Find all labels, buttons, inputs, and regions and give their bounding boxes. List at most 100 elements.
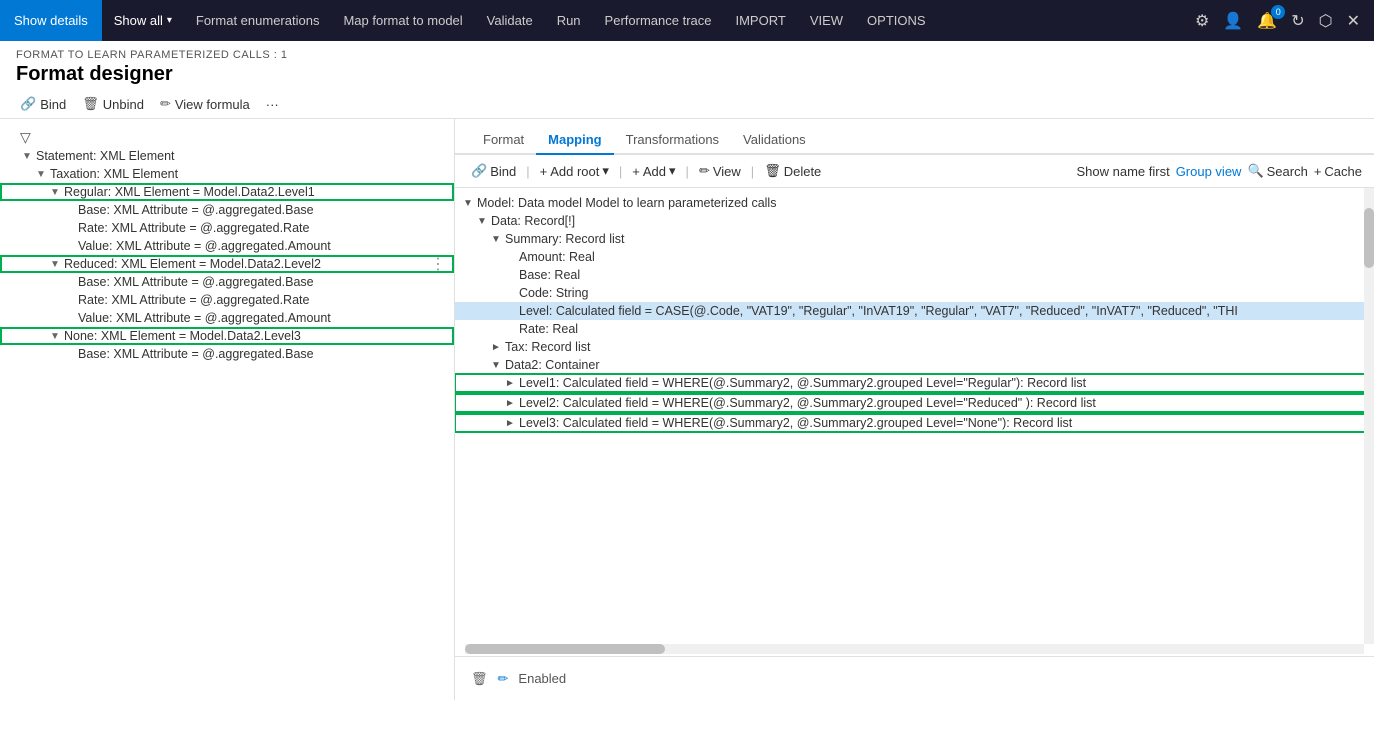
chevron-down-icon: ▾ [167,15,172,26]
tree-item-taxation[interactable]: ▼ Taxation: XML Element [0,165,454,183]
search-icon: 🔍 [1247,163,1263,179]
map-data2[interactable]: ▼ Data2: Container [455,356,1374,374]
map-data[interactable]: ▼ Data: Record[!] [455,212,1374,230]
search-button[interactable]: 🔍 Search [1247,163,1307,179]
toggle-icon [64,295,78,306]
nav-options[interactable]: OPTIONS [855,0,938,41]
nav-map-format-to-model[interactable]: Map format to model [331,0,474,41]
tab-format[interactable]: Format [471,126,536,155]
bind-button[interactable]: 🔗 Bind [16,94,70,114]
show-details-button[interactable]: Show details [0,0,102,41]
delete-button[interactable]: 🗑 Delete [760,161,825,181]
toggle-icon [505,324,519,335]
tab-validations[interactable]: Validations [731,126,818,155]
nav-import[interactable]: IMPORT [723,0,797,41]
hscroll-thumb[interactable] [465,644,665,654]
toggle-icon [64,313,78,324]
map-rate[interactable]: Rate: Real [455,320,1374,338]
right-icons: ⚙ 👤 🔔 0 ↻ ⬡ ✕ [1191,7,1374,35]
toggle-icon: ► [505,398,519,409]
map-code[interactable]: Code: String [455,284,1374,302]
tree-item-regular-rate[interactable]: Rate: XML Attribute = @.aggregated.Rate [0,219,454,237]
main-content: ▽ ▼ Statement: XML Element ▼ Taxation: X… [0,119,1374,700]
cache-button[interactable]: + Cache [1314,164,1362,179]
nav-show-all[interactable]: Show all ▾ [102,0,184,41]
view-button[interactable]: ✏ View [695,161,745,181]
external-link-icon[interactable]: ⬡ [1315,7,1337,35]
plus-icon: + [540,164,548,179]
row-action-icon[interactable]: ⋮ [430,254,446,274]
map-base[interactable]: Base: Real [455,266,1374,284]
tree-item-none[interactable]: ▼ None: XML Element = Model.Data2.Level3 [0,327,454,345]
tree-item-reduced-rate[interactable]: Rate: XML Attribute = @.aggregated.Rate [0,291,454,309]
tree-item-none-base[interactable]: Base: XML Attribute = @.aggregated.Base [0,345,454,363]
pencil-icon: ✏ [160,96,171,112]
toggle-icon: ▼ [50,187,64,198]
map-level2[interactable]: ► Level2: Calculated field = WHERE(@.Sum… [455,394,1374,412]
toggle-icon [505,288,519,299]
toggle-icon: ▼ [491,234,505,245]
bottom-bar: 🗑 ✏ Enabled [455,656,1374,700]
toggle-icon: ► [505,418,519,429]
toggle-icon: ▼ [463,198,477,209]
view-formula-button[interactable]: ✏ View formula [156,94,254,114]
nav-view[interactable]: VIEW [798,0,855,41]
delete-status-icon[interactable]: 🗑 [471,671,488,687]
map-level1[interactable]: ► Level1: Calculated field = WHERE(@.Sum… [455,374,1374,392]
edit-status-icon[interactable]: ✏ [498,671,509,687]
scrollbar-thumb[interactable] [1364,208,1374,268]
mapping-toolbar: 🔗 Bind | + Add root ▾ | + Add ▾ | ✏ View… [455,155,1374,188]
nav-run[interactable]: Run [545,0,593,41]
notification-badge: 0 [1271,5,1285,19]
trash-icon: 🗑 [764,163,781,179]
map-level3[interactable]: ► Level3: Calculated field = WHERE(@.Sum… [455,414,1374,432]
link-icon: 🔗 [471,163,487,179]
map-model[interactable]: ▼ Model: Data model Model to learn param… [455,194,1374,212]
mapping-tree: ▼ Model: Data model Model to learn param… [455,188,1374,644]
more-button[interactable]: ··· [262,95,283,114]
tree-item-regular-value[interactable]: Value: XML Attribute = @.aggregated.Amou… [0,237,454,255]
tab-mapping[interactable]: Mapping [536,126,613,155]
horizontal-scrollbar[interactable] [465,644,1364,654]
nav-validate[interactable]: Validate [475,0,545,41]
show-name-first-button[interactable]: Show name first [1076,164,1169,179]
toggle-icon [64,349,78,360]
nav-format-enumerations[interactable]: Format enumerations [184,0,332,41]
nav-items: Show all ▾ Format enumerations Map forma… [102,0,1191,41]
user-icon[interactable]: 👤 [1219,7,1247,35]
tree-item-regular[interactable]: ▼ Regular: XML Element = Model.Data2.Lev… [0,183,454,201]
view-icon: ✏ [699,163,710,179]
tree-item-regular-base[interactable]: Base: XML Attribute = @.aggregated.Base [0,201,454,219]
map-tax[interactable]: ► Tax: Record list [455,338,1374,356]
chevron-down-icon: ▾ [669,163,676,179]
toggle-icon: ▼ [50,331,64,342]
filter-icon[interactable]: ▽ [20,129,31,146]
map-summary[interactable]: ▼ Summary: Record list [455,230,1374,248]
vertical-scrollbar[interactable] [1364,188,1374,644]
trash-icon: 🗑 [82,96,99,112]
notification-icon[interactable]: 🔔 0 [1253,7,1281,35]
map-amount[interactable]: Amount: Real [455,248,1374,266]
map-level[interactable]: Level: Calculated field = CASE(@.Code, "… [455,302,1374,320]
toggle-icon [64,241,78,252]
add-button[interactable]: + Add ▾ [628,161,679,181]
settings-icon[interactable]: ⚙ [1191,7,1213,35]
tree-item-statement[interactable]: ▼ Statement: XML Element [0,147,454,165]
refresh-icon[interactable]: ↻ [1287,7,1308,35]
unbind-button[interactable]: 🗑 Unbind [78,94,148,114]
mapping-bind-button[interactable]: 🔗 Bind [467,161,520,181]
group-view-button[interactable]: Group view [1176,164,1242,179]
close-icon[interactable]: ✕ [1343,7,1364,35]
toggle-icon: ► [491,342,505,353]
tree-item-reduced[interactable]: ▼ Reduced: XML Element = Model.Data2.Lev… [0,255,454,273]
tree-item-reduced-value[interactable]: Value: XML Attribute = @.aggregated.Amou… [0,309,454,327]
toggle-icon [505,252,519,263]
tab-transformations[interactable]: Transformations [614,126,731,155]
right-panel: Format Mapping Transformations Validatio… [455,119,1374,700]
toggle-icon [64,223,78,234]
toggle-icon: ▼ [36,169,50,180]
toggle-icon [64,205,78,216]
add-root-button[interactable]: + Add root ▾ [536,161,613,181]
nav-performance-trace[interactable]: Performance trace [593,0,724,41]
tree-item-reduced-base[interactable]: Base: XML Attribute = @.aggregated.Base [0,273,454,291]
